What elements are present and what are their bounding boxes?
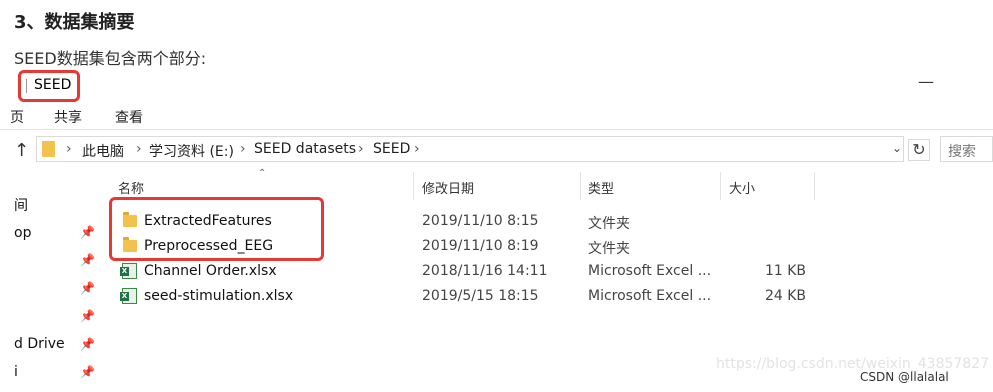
pin-icon: 📌 bbox=[80, 253, 95, 267]
pin-icon: 📌 bbox=[80, 225, 95, 239]
pin-icon: 📌 bbox=[80, 309, 95, 323]
breadcrumb-separator: › bbox=[66, 141, 72, 157]
file-name[interactable]: seed-stimulation.xlsx bbox=[144, 288, 293, 304]
file-name[interactable]: Channel Order.xlsx bbox=[144, 263, 277, 279]
file-date: 2018/11/16 14:11 bbox=[422, 263, 548, 279]
section-heading: 3、数据集摘要 bbox=[14, 12, 135, 33]
column-divider[interactable] bbox=[814, 172, 815, 200]
ribbon-tab-home[interactable]: 页 bbox=[10, 107, 24, 127]
breadcrumb-separator: › bbox=[240, 141, 246, 157]
breadcrumb-seed[interactable]: SEED bbox=[373, 141, 410, 157]
pin-icon: 📌 bbox=[80, 281, 95, 295]
up-arrow-icon[interactable]: ↑ bbox=[14, 140, 29, 161]
file-type: Microsoft Excel ... bbox=[588, 263, 712, 279]
breadcrumb-seed-datasets[interactable]: SEED datasets bbox=[254, 141, 356, 157]
sort-ascending-icon: ⌃ bbox=[258, 168, 267, 179]
column-divider[interactable] bbox=[580, 172, 581, 200]
excel-file-icon: X bbox=[120, 288, 137, 304]
search-placeholder: 搜索 bbox=[948, 144, 976, 160]
file-type: 文件夹 bbox=[588, 216, 630, 232]
file-size: 11 KB bbox=[764, 263, 806, 279]
minimize-button[interactable]: — bbox=[918, 72, 934, 91]
file-type: 文件夹 bbox=[588, 241, 630, 257]
folder-icon bbox=[42, 141, 55, 157]
breadcrumb-this-pc[interactable]: 此电脑 bbox=[82, 141, 124, 161]
breadcrumb-separator: › bbox=[358, 141, 364, 157]
column-header-name[interactable]: 名称 bbox=[118, 178, 144, 197]
file-date: 2019/11/10 8:19 bbox=[422, 238, 539, 254]
nav-item[interactable]: d Drive bbox=[14, 336, 65, 352]
ribbon-tab-share[interactable]: 共享 bbox=[54, 107, 82, 127]
credit-text: CSDN @llalalal bbox=[860, 370, 949, 384]
pin-icon: 📌 bbox=[80, 337, 95, 351]
ribbon-divider bbox=[0, 129, 993, 130]
breadcrumb-separator: › bbox=[414, 141, 420, 157]
ribbon-tab-view[interactable]: 查看 bbox=[115, 107, 143, 127]
title-caret bbox=[26, 79, 27, 93]
column-divider[interactable] bbox=[413, 172, 414, 200]
chevron-down-icon[interactable]: ⌄ bbox=[892, 141, 902, 155]
file-size: 24 KB bbox=[764, 288, 806, 304]
folders-highlight-box bbox=[109, 197, 324, 261]
pin-icon: 📌 bbox=[80, 365, 95, 379]
nav-item[interactable]: i bbox=[14, 364, 18, 380]
nav-item[interactable]: 间 bbox=[14, 195, 28, 215]
file-date: 2019/11/10 8:15 bbox=[422, 213, 539, 229]
window-title: SEED bbox=[34, 77, 72, 93]
breadcrumb-drive-e[interactable]: 学习资料 (E:) bbox=[149, 141, 234, 161]
intro-text: SEED数据集包含两个部分: bbox=[14, 49, 207, 68]
nav-item[interactable]: op bbox=[14, 225, 31, 241]
column-header-date[interactable]: 修改日期 bbox=[422, 178, 474, 197]
file-date: 2019/5/15 18:15 bbox=[422, 288, 539, 304]
excel-file-icon: X bbox=[120, 263, 137, 279]
column-header-type[interactable]: 类型 bbox=[588, 178, 614, 197]
file-type: Microsoft Excel ... bbox=[588, 288, 712, 304]
column-divider[interactable] bbox=[720, 172, 721, 200]
refresh-button[interactable]: ↻ bbox=[908, 139, 930, 161]
breadcrumb-separator: › bbox=[136, 141, 142, 157]
column-header-size[interactable]: 大小 bbox=[729, 178, 755, 197]
